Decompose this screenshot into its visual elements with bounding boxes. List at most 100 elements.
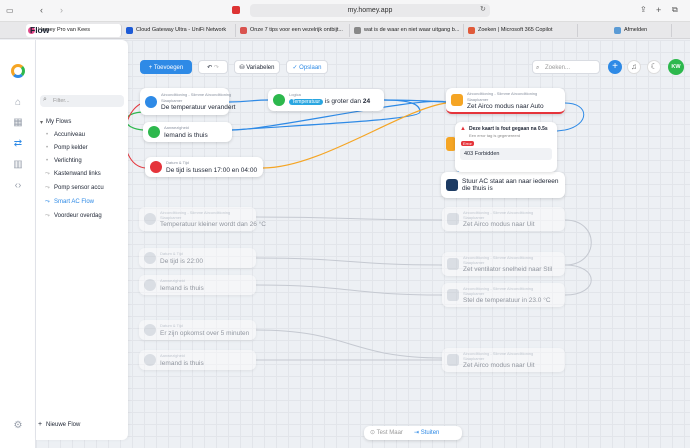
card-text: De tijd is tussen 17:00 en 04:00 xyxy=(166,167,258,174)
card-zone: Slaapkamer xyxy=(467,97,489,102)
card-text: Zet Airco modus naar Auto xyxy=(467,103,544,110)
flow-bullet-icon: • xyxy=(46,158,49,164)
redo-icon[interactable]: ↷ xyxy=(214,65,219,71)
sidebar-flow-smart-ac-flow[interactable]: Smart AC Flow xyxy=(54,199,94,205)
card-device: Aanwezigheid xyxy=(164,125,189,130)
card-text: Stel de temperatuur in 23.0 °C xyxy=(463,297,551,304)
bottom-controls: ⊙ Test Maar ⇥ Stuiten xyxy=(364,426,462,440)
card-presence[interactable]: Aanwezigheid Iemand is thuis xyxy=(143,122,232,142)
connector-line xyxy=(262,102,447,169)
code-icon[interactable]: ‹› xyxy=(12,180,24,192)
save-button[interactable]: ✓ Opslaan xyxy=(286,60,328,74)
sidebar-flow-kastenwand-links[interactable]: Kastenwand links xyxy=(54,171,101,177)
card-temperature-lower[interactable]: Airconditioning - Slimme Airconditioning… xyxy=(139,207,266,231)
bell-icon[interactable]: ♫ xyxy=(627,60,641,74)
variables-label: Variabelen xyxy=(246,65,275,71)
airco-icon xyxy=(447,213,459,225)
undo-redo-button[interactable]: ↶ ↷ xyxy=(198,60,228,74)
test-icon: ⊙ xyxy=(370,430,377,436)
card-presence[interactable]: Aanwezigheid Iemand is thuis xyxy=(139,275,256,295)
moon-icon[interactable]: ☾ xyxy=(647,60,661,74)
card-zone: Slaapkamer xyxy=(463,291,485,296)
card-text: Temperatuur kleiner wordt dan 26 °C xyxy=(160,221,266,228)
card-time-2200[interactable]: Datum & Tijd De tijd is 22:00 xyxy=(139,248,256,268)
temperature-token: Temperatuur xyxy=(289,99,324,105)
card-text: Stuur AC staat aan naar iedereen die thu… xyxy=(462,178,559,192)
exit-icon: ⇥ xyxy=(414,430,421,436)
card-zone: Slaapkamer xyxy=(463,260,485,265)
card-notify[interactable]: Stuur AC staat aan naar iedereen die thu… xyxy=(441,172,565,198)
card-airco-off[interactable]: Airconditioning - Slimme Airconditioning… xyxy=(442,207,565,231)
sidebar-flow-verlichting[interactable]: Verlichting xyxy=(54,158,82,164)
card-device: Aanwezigheid xyxy=(160,278,185,283)
card-logic-condition[interactable]: Logica Temperatuur is groter dan 24 xyxy=(268,89,384,111)
app-title: Flow xyxy=(30,25,50,35)
logic-icon xyxy=(273,94,285,106)
avatar[interactable]: KW xyxy=(668,59,684,75)
calendar-icon xyxy=(144,252,156,264)
search-icon: ⌕ xyxy=(536,65,540,71)
play-icon xyxy=(144,213,156,225)
search-icon: ⌕ xyxy=(43,96,47,103)
save-label: Opslaan xyxy=(299,65,322,71)
card-text: Iemand is thuis xyxy=(160,360,204,367)
undo-icon[interactable]: ↶ xyxy=(207,65,212,71)
airco-icon xyxy=(447,354,459,366)
devices-icon[interactable]: ▦ xyxy=(12,117,24,129)
card-temperature-trigger[interactable]: Airconditioning - Slimme Airconditioning… xyxy=(140,88,235,115)
folder-my-flows[interactable]: My Flows xyxy=(46,119,71,125)
advanced-flow-icon: ⤳ xyxy=(45,185,50,191)
sidebar-flow-pomp-sensor-accu[interactable]: Pomp sensor accu xyxy=(54,185,104,191)
flows-sidebar: ⌕ Filter... ▾ My Flows • Accuniveau • Po… xyxy=(36,40,128,440)
chevron-down-icon[interactable]: ▾ xyxy=(40,119,43,126)
card-time-between[interactable]: Datum & Tijd De tijd is tussen 17:00 en … xyxy=(145,157,263,177)
filter-input[interactable]: ⌕ Filter... xyxy=(40,95,124,107)
sidebar-flow-accuniveau[interactable]: Accuniveau xyxy=(54,132,85,138)
flow-bullet-icon: • xyxy=(46,145,49,151)
card-sunrise[interactable]: Datum & Tijd Er zijn opkomst over 5 minu… xyxy=(139,320,256,340)
new-flow-button[interactable]: Nieuwe Flow xyxy=(46,422,80,428)
home-icon[interactable]: ⌂ xyxy=(12,97,24,109)
stop-label: Stuiten xyxy=(420,430,440,436)
card-text: is groter dan xyxy=(324,98,362,105)
test-button[interactable]: ⊙ Test Maar xyxy=(370,429,403,436)
error-tag: Error xyxy=(461,141,474,146)
search-input[interactable]: ⌕ Zoeken... xyxy=(532,60,600,74)
advanced-flow-icon: ⤳ xyxy=(45,213,50,219)
calendar-icon xyxy=(150,161,162,173)
stop-button[interactable]: ⇥ Stuiten xyxy=(414,429,439,436)
card-zone: Slaapkamer xyxy=(463,215,485,220)
card-airco-auto[interactable]: Airconditioning - Slimme Airconditioning… xyxy=(446,88,565,114)
error-subtitle: Een error tag is gegenereerd xyxy=(469,133,521,138)
airco-icon xyxy=(447,289,459,301)
error-message: 403 Forbidden xyxy=(460,148,552,160)
airco-icon xyxy=(451,94,463,106)
play-icon xyxy=(145,95,157,108)
card-airco-off[interactable]: Airconditioning - Slimme Airconditioning… xyxy=(442,348,565,372)
card-presence[interactable]: Aanwezigheid Iemand is thuis xyxy=(139,350,256,370)
sidebar-flow-voordeur-overdag[interactable]: Voordeur overdag xyxy=(54,213,102,219)
sidebar-flow-pomp-kelder[interactable]: Pomp kelder xyxy=(54,145,88,151)
card-device: Datum & Tijd xyxy=(160,251,183,256)
card-fan-speed[interactable]: Airconditioning - Slimme Airconditioning… xyxy=(442,252,565,276)
warning-icon: ▲ xyxy=(460,126,466,132)
card-zone: Slaapkamer xyxy=(161,98,183,103)
card-device: Datum & Tijd xyxy=(166,160,189,165)
navigation-rail: ⌂ ▦ ⇄ ▥ ‹› ⚙ xyxy=(0,40,36,448)
location-icon xyxy=(144,354,156,366)
add-button[interactable]: + Toevoegen xyxy=(140,60,192,74)
insights-icon[interactable]: ▥ xyxy=(12,159,24,171)
settings-icon[interactable]: ⚙ xyxy=(12,420,24,432)
card-text: De tijd is 22:00 xyxy=(160,258,203,265)
plus-icon: + xyxy=(38,421,43,428)
airco-icon xyxy=(447,258,459,270)
flow-icon[interactable]: ⇄ xyxy=(12,138,24,150)
card-text: Er zijn opkomst over 5 minuten xyxy=(160,330,250,337)
error-title: Deze kaart is fout gegaan na 0.5s xyxy=(469,126,548,132)
card-text: De temperatuur verandert xyxy=(161,104,236,111)
card-set-temperature[interactable]: Airconditioning - Slimme Airconditioning… xyxy=(442,283,565,307)
variables-button[interactable]: ⛁ Variabelen xyxy=(234,60,280,74)
card-text: Zet ventilator snelheid naar Stil xyxy=(463,266,553,273)
card-zone: Slaapkamer xyxy=(160,215,182,220)
add-round-button[interactable]: + xyxy=(608,60,622,74)
